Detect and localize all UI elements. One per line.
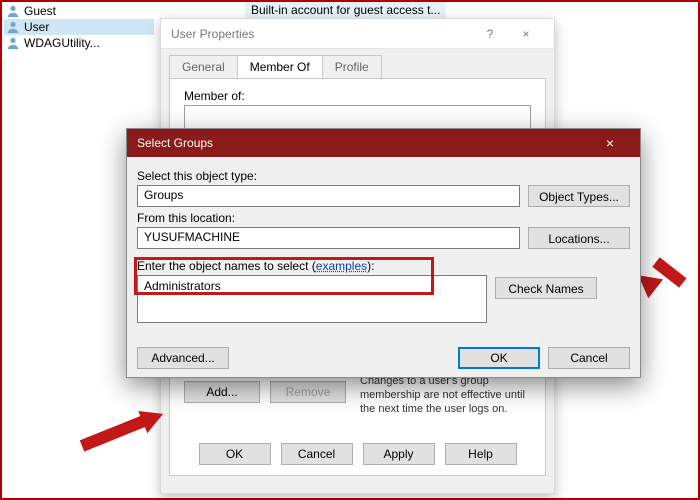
user-icon [6, 36, 20, 50]
locations-button[interactable]: Locations... [528, 227, 630, 249]
close-button[interactable]: × [590, 135, 630, 151]
membership-note: Changes to a user's group membership are… [360, 375, 531, 416]
member-of-label: Member of: [184, 89, 245, 103]
enter-names-label-post: ): [367, 259, 374, 273]
apply-button[interactable]: Apply [363, 443, 435, 465]
ok-button[interactable]: OK [199, 443, 271, 465]
help-button[interactable]: Help [445, 443, 517, 465]
dialog-buttons: OK Cancel Apply Help [170, 443, 545, 465]
user-name: User [24, 20, 49, 34]
dialog-body: Select this object type: Groups Object T… [127, 157, 640, 379]
list-item[interactable]: Guest [4, 3, 154, 19]
location-field[interactable]: YUSUFMACHINE [137, 227, 520, 249]
examples-link[interactable]: examples [316, 259, 367, 273]
user-name: WDAGUtility... [24, 36, 100, 50]
object-type-label: Select this object type: [137, 169, 630, 183]
advanced-button[interactable]: Advanced... [137, 347, 229, 369]
tab-general[interactable]: General [169, 55, 238, 78]
enter-names-label: Enter the object names to select (exampl… [137, 259, 374, 273]
cancel-button[interactable]: Cancel [548, 347, 630, 369]
enter-names-label-pre: Enter the object names to select ( [137, 259, 316, 273]
list-item[interactable]: WDAGUtility... [4, 35, 154, 51]
object-type-field[interactable]: Groups [137, 185, 520, 207]
list-item[interactable]: User [4, 19, 154, 35]
object-names-input[interactable]: Administrators [137, 275, 487, 323]
close-button[interactable]: × [508, 27, 544, 41]
account-description: Built-in account for guest access t... [245, 2, 446, 18]
user-icon [6, 20, 20, 34]
user-list: Guest User WDAGUtility... [4, 3, 154, 51]
remove-button: Remove [270, 381, 346, 403]
location-label: From this location: [137, 211, 630, 225]
select-groups-dialog: Select Groups × Select this object type:… [126, 128, 641, 378]
tab-member-of[interactable]: Member Of [237, 55, 323, 78]
window-title: Select Groups [137, 136, 590, 150]
window-title: User Properties [171, 27, 472, 41]
help-button[interactable]: ? [472, 27, 508, 41]
add-button[interactable]: Add... [184, 381, 260, 403]
titlebar: User Properties ? × [161, 19, 554, 49]
titlebar: Select Groups × [127, 129, 640, 157]
ok-button[interactable]: OK [458, 347, 540, 369]
object-types-button[interactable]: Object Types... [528, 185, 630, 207]
tab-profile[interactable]: Profile [322, 55, 382, 78]
user-name: Guest [24, 4, 56, 18]
tabs: General Member Of Profile [161, 49, 554, 78]
cancel-button[interactable]: Cancel [281, 443, 353, 465]
check-names-button[interactable]: Check Names [495, 277, 597, 299]
user-icon [6, 4, 20, 18]
